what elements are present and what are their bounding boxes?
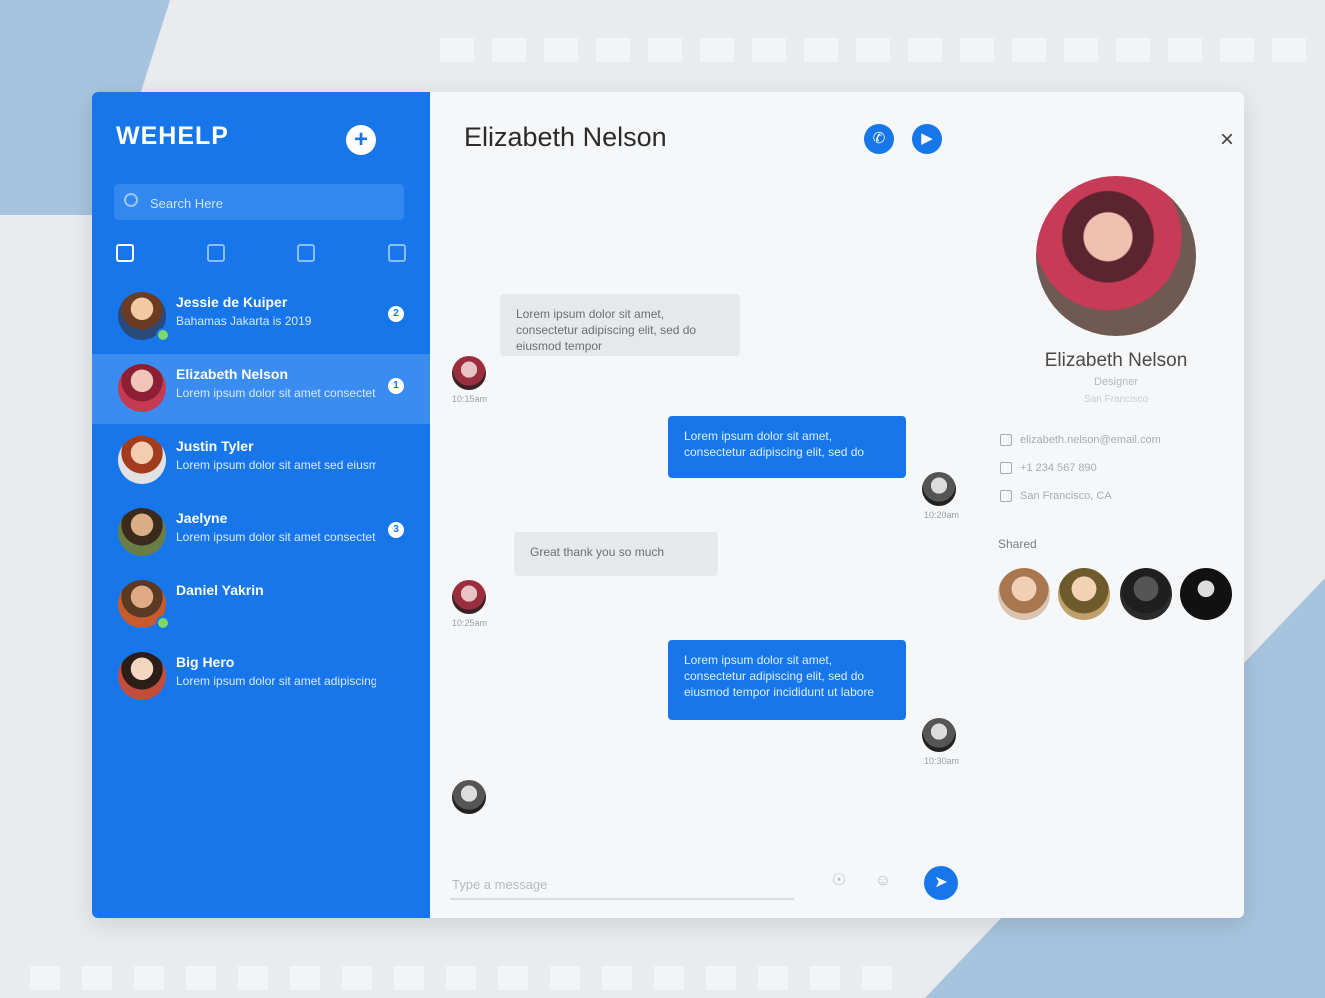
contact-preview: Lorem ipsum dolor sit amet consectetur xyxy=(176,530,376,544)
contact-name: Daniel Yakrin xyxy=(176,582,264,598)
contact-preview: Lorem ipsum dolor sit amet sed eiusmod xyxy=(176,458,376,472)
unread-badge: 2 xyxy=(388,306,404,322)
background-pattern xyxy=(440,38,1320,62)
unread-badge: 3 xyxy=(388,522,404,538)
online-status-dot xyxy=(156,616,170,630)
shared-media-thumbnail[interactable] xyxy=(1180,568,1232,620)
shared-media-thumbnail[interactable] xyxy=(998,568,1050,620)
contact-item[interactable]: Elizabeth Nelson Lorem ipsum dolor sit a… xyxy=(92,354,430,424)
message-bubble-incoming: Great thank you so much xyxy=(514,532,718,576)
profile-location: San Francisco xyxy=(1084,394,1148,405)
message-bubble-incoming: Lorem ipsum dolor sit amet, consectetur … xyxy=(500,294,740,356)
contact-item[interactable]: Jaelyne Lorem ipsum dolor sit amet conse… xyxy=(92,498,430,568)
search-input[interactable] xyxy=(148,184,392,222)
home-icon[interactable] xyxy=(116,244,134,262)
group-icon[interactable] xyxy=(297,244,316,262)
background-pattern xyxy=(30,966,910,990)
search-icon xyxy=(124,193,138,207)
shared-media-thumbnail[interactable] xyxy=(1058,568,1110,620)
avatar xyxy=(922,472,956,506)
typing-avatar xyxy=(452,780,486,814)
unread-badge: 1 xyxy=(388,378,404,394)
emoji-icon[interactable]: ☺ xyxy=(874,872,892,890)
avatar xyxy=(118,652,166,700)
phone-icon xyxy=(1000,462,1012,475)
video-icon[interactable]: ▶ xyxy=(912,124,942,154)
avatar xyxy=(118,508,166,556)
profile-address: San Francisco, CA xyxy=(1000,490,1200,503)
message-composer: ☉ ☺ ➤ xyxy=(450,862,970,906)
new-chat-button[interactable]: + xyxy=(346,125,376,155)
avatar xyxy=(452,356,486,390)
message-time: 10:20am xyxy=(924,510,960,520)
contact-name: Jessie de Kuiper xyxy=(176,294,288,310)
location-icon xyxy=(1000,490,1012,503)
contact-name: Elizabeth Nelson xyxy=(176,366,289,382)
avatar xyxy=(118,364,166,412)
settings-icon[interactable] xyxy=(387,244,406,262)
online-status-dot xyxy=(156,328,170,342)
contact-item[interactable]: Big Hero Lorem ipsum dolor sit amet adip… xyxy=(92,642,430,712)
profile-phone: +1 234 567 890 xyxy=(1000,462,1200,475)
email-icon xyxy=(1000,434,1012,447)
message-bubble-outgoing: Lorem ipsum dolor sit amet, consectetur … xyxy=(668,640,906,720)
profile-name: Elizabeth Nelson xyxy=(1044,350,1188,371)
contact-item[interactable]: Jessie de Kuiper Bahamas Jakarta is 2019… xyxy=(92,282,430,352)
contact-preview: Bahamas Jakarta is 2019 xyxy=(176,314,312,328)
shared-media-thumbnail[interactable] xyxy=(1120,568,1172,620)
shared-media-label: Shared xyxy=(998,537,1037,551)
contact-name: Jaelyne xyxy=(176,510,228,526)
profile-role: Designer xyxy=(1093,376,1139,388)
close-icon[interactable]: × xyxy=(1220,126,1234,154)
contact-preview: Lorem ipsum dolor sit amet consectetur xyxy=(176,386,376,400)
attach-icon[interactable]: ☉ xyxy=(830,872,848,890)
search-box xyxy=(114,184,404,222)
avatar xyxy=(118,436,166,484)
chat-app-window: WEHELP + Jessie de Kuiper Bahamas Jakart… xyxy=(92,92,1244,918)
contact-preview: Lorem ipsum dolor sit amet adipiscing xyxy=(176,674,376,688)
message-time: 10:25am xyxy=(452,618,488,628)
send-button[interactable]: ➤ xyxy=(924,866,958,900)
send-icon: ➤ xyxy=(934,874,948,891)
contact-item[interactable]: Daniel Yakrin xyxy=(92,570,430,640)
message-time: 10:15am xyxy=(452,394,488,404)
avatar xyxy=(452,580,486,614)
avatar xyxy=(922,718,956,752)
message-input[interactable] xyxy=(450,870,794,900)
chat-title: Elizabeth Nelson xyxy=(464,122,667,152)
filter-tabs xyxy=(116,244,406,268)
contact-name: Justin Tyler xyxy=(176,438,254,454)
message-time: 10:30am xyxy=(924,756,960,766)
contact-item[interactable]: Justin Tyler Lorem ipsum dolor sit amet … xyxy=(92,426,430,496)
sidebar: WEHELP + Jessie de Kuiper Bahamas Jakart… xyxy=(92,92,430,918)
chat-icon[interactable] xyxy=(206,244,225,262)
brand-logo: WEHELP xyxy=(116,122,229,150)
phone-icon[interactable]: ✆ xyxy=(864,124,894,154)
message-bubble-outgoing: Lorem ipsum dolor sit amet, consectetur … xyxy=(668,416,906,478)
contact-name: Big Hero xyxy=(176,654,235,670)
profile-photo xyxy=(1036,176,1196,336)
profile-email: elizabeth.nelson@email.com xyxy=(1000,434,1200,447)
